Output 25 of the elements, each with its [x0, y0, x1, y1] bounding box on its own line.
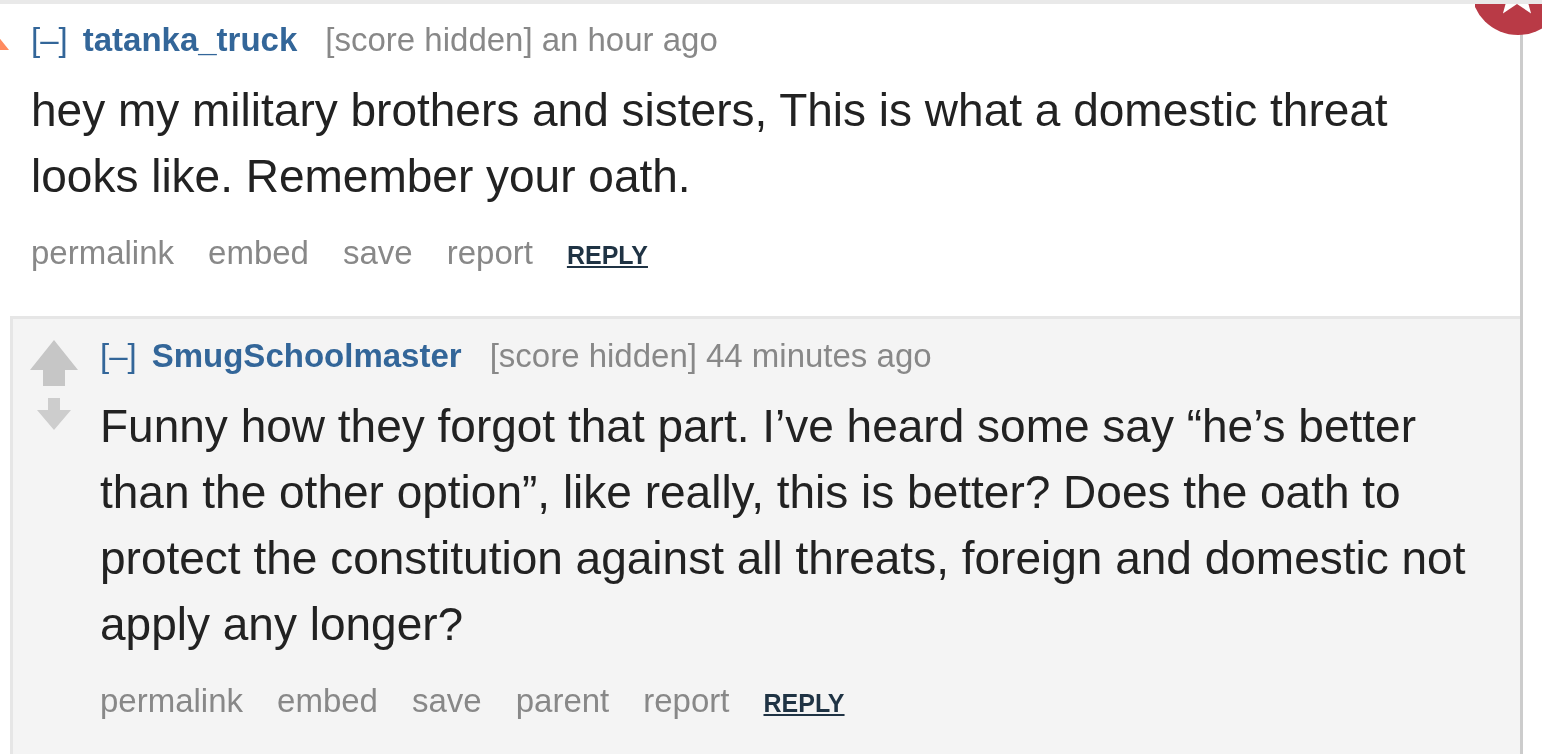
comment-text: Funny how they forgot that part. I’ve heard some say “he’s better than the other option”, like really, this is better? Does the oath to protect the constitution against all threats, foreign and domestic not apply any longer? [100, 399, 1467, 652]
action-link[interactable]: report [643, 682, 730, 720]
reply-button[interactable]: REPLY [566, 236, 648, 274]
username-link[interactable]: SmugSchoolmaster [151, 337, 462, 375]
action-link[interactable]: parent [515, 682, 610, 720]
action-link[interactable]: embed [208, 234, 309, 272]
action-link[interactable]: permalink [31, 234, 175, 272]
username-link[interactable]: tatanka_truck [82, 21, 298, 59]
timestamp: an hour ago [541, 21, 718, 59]
collapse-toggle[interactable]: [–] [100, 337, 137, 375]
timestamp: 44 minutes ago [705, 337, 932, 375]
reply-button[interactable]: REPLY [763, 684, 845, 722]
star-badge-icon[interactable] [1475, 4, 1542, 35]
action-link[interactable]: permalink [100, 682, 244, 720]
up-arrow-icon[interactable] [0, 38, 9, 50]
score-text: [score hidden] [325, 21, 533, 59]
action-link[interactable]: save [411, 682, 482, 720]
comment-text: hey my military brothers and sisters, This is what a domestic threat looks like. Remember your oath. [31, 83, 1389, 204]
action-link[interactable]: report [446, 234, 533, 272]
score-text: [score hidden] [489, 337, 697, 375]
up-arrow-icon[interactable] [30, 340, 78, 386]
down-arrow-icon[interactable] [37, 398, 71, 430]
action-link[interactable]: embed [277, 682, 378, 720]
action-link[interactable]: save [342, 234, 413, 272]
collapse-toggle[interactable]: [–] [31, 21, 68, 59]
